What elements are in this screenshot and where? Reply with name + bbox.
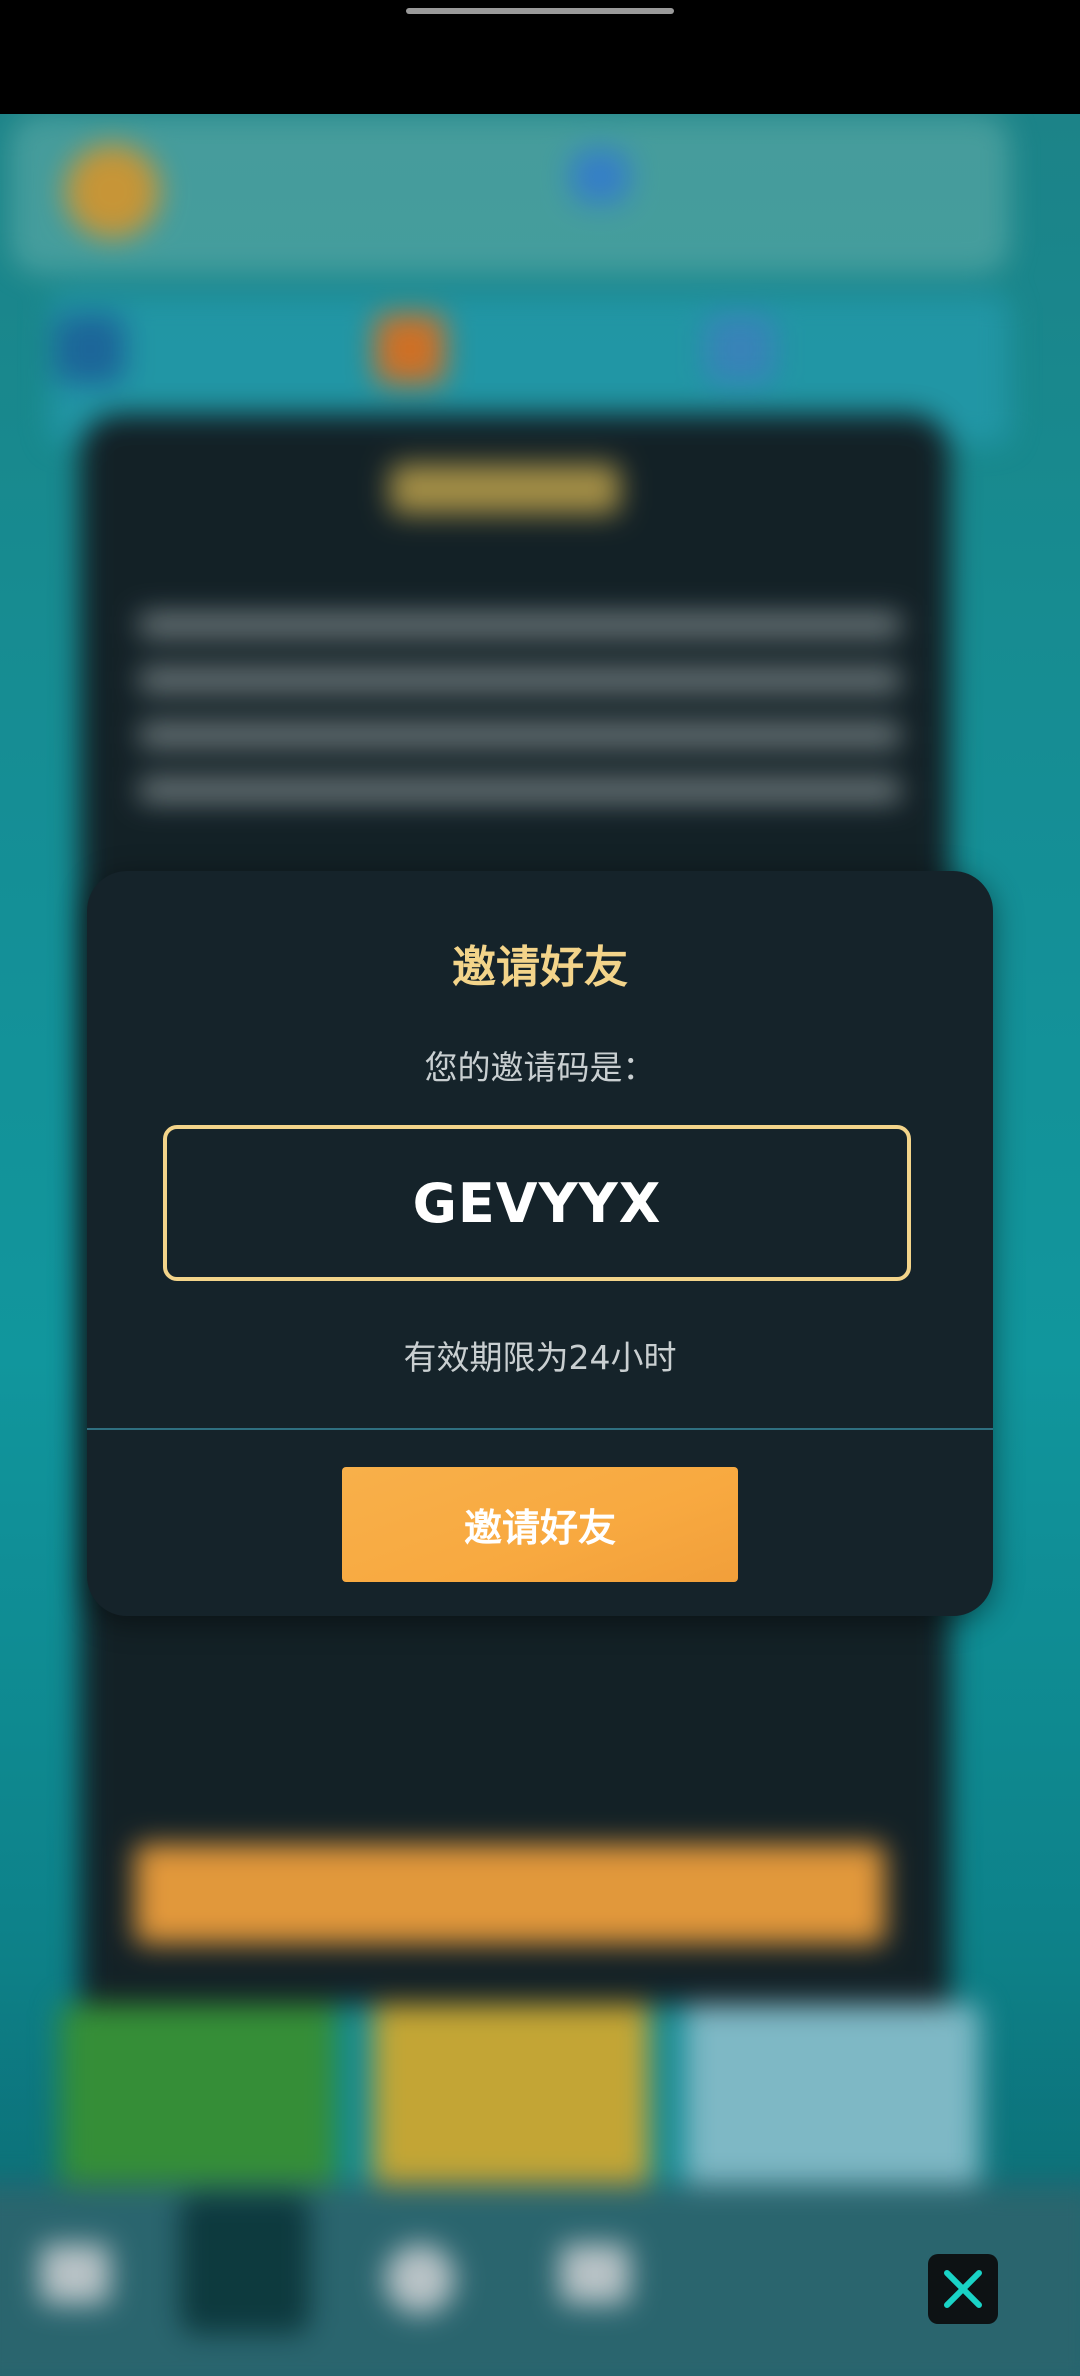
status-bar bbox=[0, 0, 1080, 114]
close-x-icon bbox=[944, 2270, 982, 2308]
dialog-title: 邀请好友 bbox=[452, 942, 628, 993]
divider bbox=[87, 1428, 993, 1430]
invite-code-label: 您的邀请码是： bbox=[424, 1048, 656, 1087]
gesture-pill bbox=[406, 8, 674, 14]
invite-friend-dialog: 邀请好友 您的邀请码是： GEVYYX 有效期限为24小时 邀请好友 bbox=[87, 871, 993, 1616]
invite-friend-button[interactable]: 邀请好友 bbox=[342, 1467, 738, 1582]
invite-code-value[interactable]: GEVYYX bbox=[167, 1129, 907, 1277]
invite-code-box[interactable]: GEVYYX bbox=[163, 1125, 911, 1281]
validity-text: 有效期限为24小时 bbox=[403, 1338, 677, 1377]
close-button[interactable] bbox=[928, 2254, 998, 2324]
